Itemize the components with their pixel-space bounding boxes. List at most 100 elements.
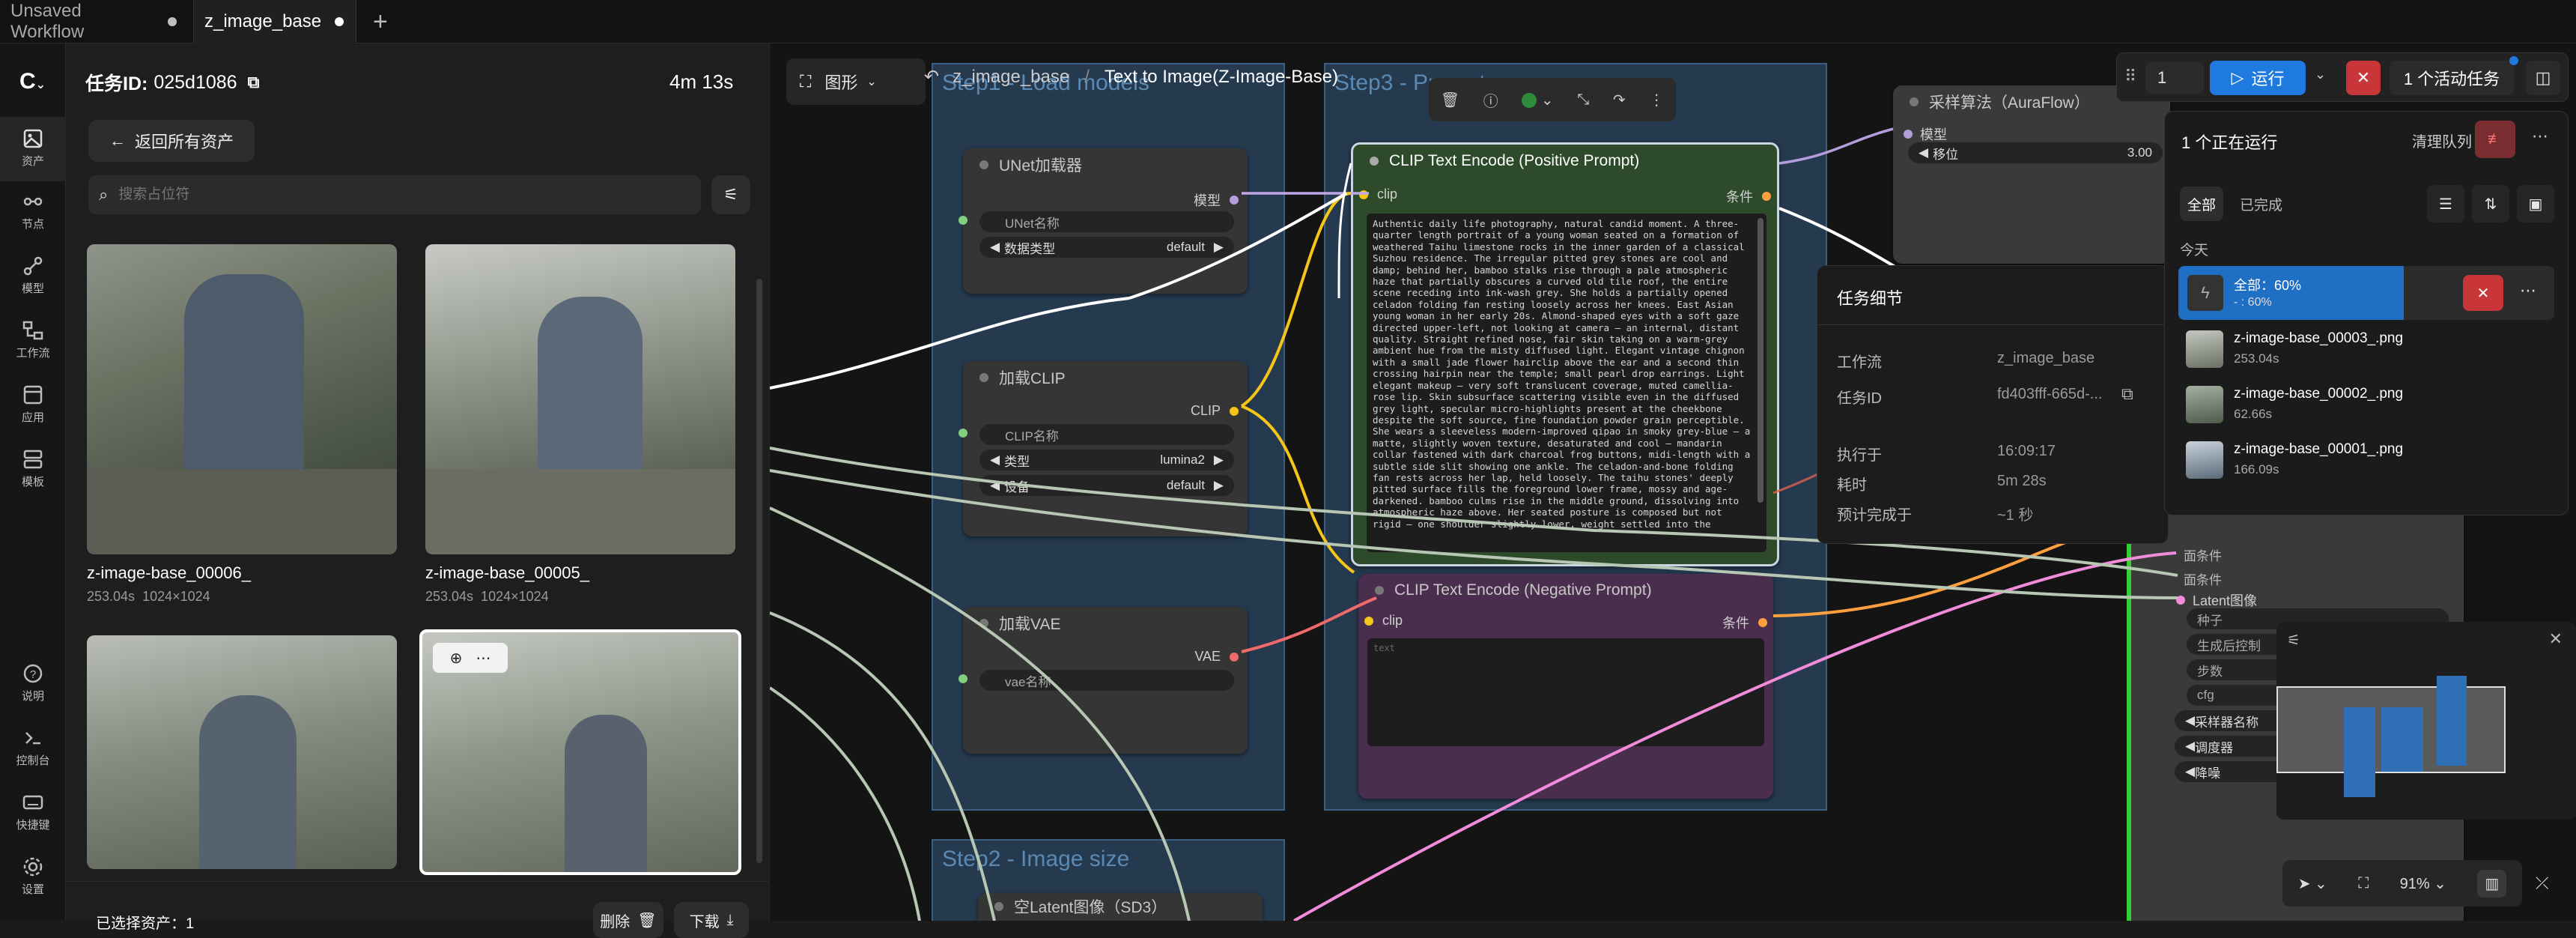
latent-wire <box>1293 551 2177 921</box>
sidebar-item-workflows[interactable]: 工作流 <box>0 319 66 360</box>
trash-icon: 🗑 <box>637 912 657 929</box>
job-thumbnail <box>2186 441 2223 479</box>
notification-dot <box>2509 56 2518 65</box>
fit-icon[interactable]: ⤡ <box>1577 91 1589 109</box>
asset-thumbnail[interactable] <box>87 635 397 869</box>
pointer-icon[interactable]: ➤ ⌄ <box>2298 874 2327 893</box>
clear-queue-icon-button[interactable]: ≢ <box>2475 121 2515 158</box>
drag-handle-icon[interactable]: ⠿ <box>2124 67 2136 86</box>
zoom-level[interactable]: 91% ⌄ <box>2400 874 2446 893</box>
clear-queue-button[interactable]: 清理队列 <box>2412 130 2472 151</box>
sidebar-item-assets[interactable]: 资产 <box>0 117 66 181</box>
filter-icon: ☰ <box>2439 196 2452 213</box>
sidebar-item-help[interactable]: ? 说明 <box>0 662 66 704</box>
tab-z-image-base[interactable]: z_image_base <box>193 0 356 43</box>
detail-key: 耗时 <box>1837 477 1867 494</box>
unsaved-dot-icon <box>335 17 344 26</box>
more-icon[interactable]: ⋯ <box>2532 127 2548 146</box>
cancel-run-button[interactable]: ✕ <box>2346 61 2381 95</box>
node-icon <box>23 197 43 206</box>
gray-wire <box>770 611 996 921</box>
run-options-chevron-icon[interactable]: ⌄ <box>2315 67 2326 82</box>
close-icon[interactable]: ✕ <box>2549 629 2563 649</box>
color-picker[interactable]: ⌄ <box>1522 91 1554 109</box>
info-icon[interactable]: ⓘ <box>1483 89 1498 111</box>
asset-name: z-image-base_00005_ <box>425 563 589 582</box>
sort-button[interactable]: ⇅ <box>2472 185 2509 223</box>
today-label: 今天 <box>2180 243 2209 258</box>
gray-wire <box>770 686 921 921</box>
tab-unsaved-workflow[interactable]: Unsaved Workflow <box>0 0 187 43</box>
asset-thumbnail[interactable] <box>87 244 397 554</box>
download-button[interactable]: 下载 ⤓ <box>674 902 749 938</box>
sidebar-item-label: 应用 <box>21 411 44 424</box>
job-time: 166.09s <box>2234 462 2279 476</box>
minimap-panel[interactable]: ⚟ ✕ <box>2276 622 2576 820</box>
toggle-right-panel-button[interactable]: ◫ <box>2526 61 2560 95</box>
asset-thumbnail[interactable] <box>425 244 735 554</box>
close-icon: ✕ <box>2476 285 2490 302</box>
minimap-toggle-icon[interactable]: ▥ <box>2477 869 2507 898</box>
job-thumbnail <box>2186 386 2223 423</box>
job-time: 62.66s <box>2234 407 2273 421</box>
sidebar-item-templates[interactable]: 模板 <box>0 448 66 489</box>
search-input[interactable] <box>118 187 658 203</box>
assets-scrollbar[interactable] <box>756 279 762 863</box>
portrait-figure <box>565 715 647 872</box>
unsaved-dot-icon <box>168 17 177 26</box>
sidebar-item-label: 控制台 <box>16 754 50 767</box>
job-name[interactable]: z-image-base_00003_.png <box>2234 330 2403 347</box>
active-jobs-button[interactable]: 1 个活动任务 <box>2390 61 2514 95</box>
detail-value: z_image_base <box>1997 350 2095 366</box>
copy-icon[interactable]: ⧉ <box>2121 384 2133 404</box>
download-label: 下载 <box>689 913 720 931</box>
bypass-icon[interactable]: ↷ <box>1613 91 1626 109</box>
back-to-all-assets-button[interactable]: ← 返回所有资产 <box>88 120 255 162</box>
sidebar-item-nodes[interactable]: 节点 <box>0 190 66 232</box>
job-name[interactable]: z-image-base_00001_.png <box>2234 441 2403 458</box>
more-icon[interactable]: ⋯ <box>2520 281 2536 300</box>
sliders-icon: ⚟ <box>723 185 738 204</box>
image-icon <box>23 129 43 148</box>
run-button[interactable]: ▷ 运行 <box>2210 61 2306 95</box>
delete-button[interactable]: 删除 🗑 <box>593 902 663 938</box>
view-mode-label: 图形 <box>824 73 858 92</box>
breadcrumb-subgraph[interactable]: Text to Image(Z-Image-Base) <box>1105 67 1338 88</box>
asset-thumbnail-selected[interactable]: ⊕ ⋯ <box>419 629 741 875</box>
copy-icon[interactable]: ⧉ <box>248 73 260 92</box>
run-count-input[interactable]: 1 <box>2145 62 2204 94</box>
filter-done-tab[interactable]: 已完成 <box>2240 194 2282 214</box>
view-mode-toolbar[interactable]: ⛶ 图形 ⌄ <box>786 58 926 105</box>
more-icon[interactable]: ⋮ <box>1649 91 1664 109</box>
job-name[interactable]: z-image-base_00002_.png <box>2234 386 2403 402</box>
new-tab-button[interactable]: + <box>362 0 404 43</box>
filter-all-tab[interactable]: 全部 <box>2180 187 2223 221</box>
sidebar-item-console[interactable]: 控制台 <box>0 727 66 768</box>
sidebar-item-settings[interactable]: 设置 <box>0 856 66 897</box>
gallery-view-button[interactable]: ▣ <box>2517 185 2554 223</box>
more-icon[interactable]: ⋯ <box>476 649 490 668</box>
detail-key: 预计完成于 <box>1837 507 1912 524</box>
filter-list-button[interactable]: ☰ <box>2427 185 2464 223</box>
link-visibility-icon[interactable]: ⤫ <box>2536 874 2549 893</box>
sidebar-item-models[interactable]: 模型 <box>0 255 66 296</box>
fit-view-icon[interactable]: ⛶ <box>2358 875 2369 892</box>
delete-icon[interactable]: 🗑 <box>1441 91 1459 109</box>
running-job-item[interactable]: ϟ 全部：60% - : 60% ✕ ⋯ <box>2178 266 2554 320</box>
minimap-settings-icon[interactable]: ⚟ <box>2287 631 2300 650</box>
task-id-label: 任务ID: <box>85 73 148 94</box>
sidebar-item-shortcuts[interactable]: 快捷键 <box>0 791 66 832</box>
app-logo-icon[interactable]: C⌄ <box>19 69 46 94</box>
zoom-in-icon[interactable]: ⊕ <box>450 649 463 668</box>
sidebar-icon: ◫ <box>2535 68 2551 87</box>
queue-panel: 1 个正在运行 清理队列 ≢ ⋯ 全部 已完成 ☰ ⇅ ▣ 今天 ϟ 全部：60… <box>2164 111 2569 515</box>
sidebar-item-apps[interactable]: 应用 <box>0 384 66 425</box>
job-thumbnail <box>2186 330 2223 368</box>
undo-icon[interactable]: ↶ <box>924 66 939 88</box>
workflow-icon <box>22 321 43 340</box>
asset-search-box[interactable]: ⌕ <box>88 175 701 214</box>
breadcrumb-workflow[interactable]: z_image_base <box>953 67 1069 88</box>
filter-settings-button[interactable]: ⚟ <box>711 175 750 214</box>
svg-text:?: ? <box>30 668 36 681</box>
cancel-job-button[interactable]: ✕ <box>2463 275 2503 311</box>
